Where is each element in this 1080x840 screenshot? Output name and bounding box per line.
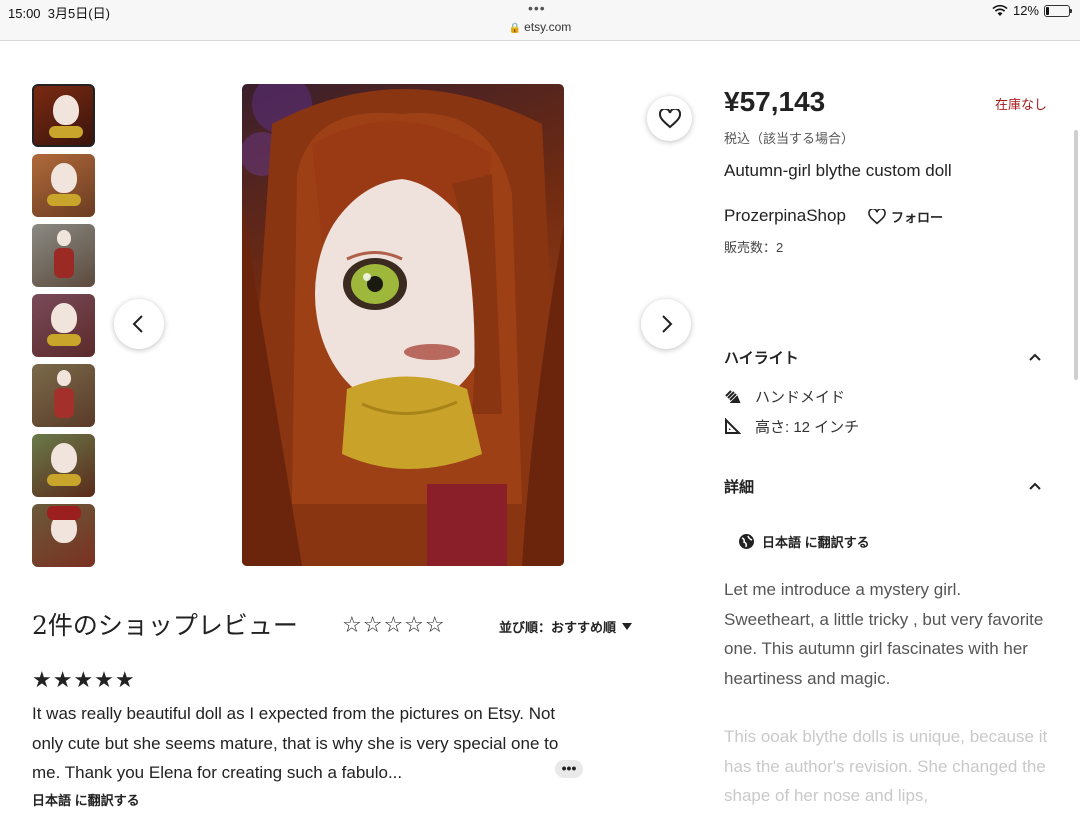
ruler-triangle-icon — [725, 418, 741, 434]
doll-illustration — [242, 84, 564, 566]
thumbnail-dress — [54, 248, 74, 278]
next-image-button[interactable] — [641, 299, 691, 349]
thumbnail-7[interactable] — [32, 504, 95, 567]
status-bar: 15:00 3月5日(日) ••• 🔒 etsy.com 12% — [0, 0, 1080, 41]
thumbnail-hat — [47, 506, 81, 520]
heart-icon — [658, 108, 681, 128]
thumbnail-doll-face — [51, 163, 77, 193]
highlight-height: 高さ: 12 インチ — [724, 416, 859, 437]
review-more-button[interactable]: ••• — [555, 760, 583, 778]
thumbnail-scarf — [49, 126, 83, 138]
highlights-heading[interactable]: ハイライト — [724, 347, 799, 368]
date: 3月5日(日) — [47, 6, 110, 21]
url-text: etsy.com — [524, 20, 572, 34]
favorite-button[interactable] — [647, 96, 692, 141]
address-bar[interactable]: 🔒 etsy.com — [0, 20, 1080, 34]
details-heading[interactable]: 詳細 — [724, 476, 754, 497]
product-title: Autumn-girl blythe custom doll — [724, 161, 952, 180]
main-product-image[interactable] — [242, 84, 564, 566]
heart-icon — [868, 208, 886, 224]
highlight-label: ハンドメイド — [755, 389, 846, 406]
chevron-up-icon[interactable] — [1027, 478, 1043, 494]
translate-label: 日本語 に翻訳する — [762, 535, 870, 550]
lock-icon: 🔒 — [508, 23, 522, 34]
thumbnail-dress — [54, 388, 74, 418]
battery-icon — [1044, 4, 1072, 17]
description-paragraph-faded: This ooak blythe dolls is unique, becaus… — [724, 727, 1048, 805]
sort-dropdown[interactable]: 並び順：おすすめ順 — [499, 617, 633, 636]
thumbnail-1[interactable] — [32, 84, 95, 147]
thumbnail-doll-face — [57, 230, 71, 246]
review-stars: ★★★★★ — [32, 667, 136, 692]
more-dots-icon[interactable]: ••• — [528, 0, 546, 16]
scrollbar[interactable] — [1074, 130, 1078, 380]
chevron-up-icon[interactable] — [1027, 349, 1043, 365]
sort-label: 並び順：おすすめ順 — [499, 620, 617, 635]
follow-button[interactable]: フォロー — [868, 207, 943, 226]
status-indicators: 12% — [992, 3, 1072, 18]
thumbnail-scarf — [47, 474, 81, 486]
thumbnail-doll-face — [51, 303, 77, 333]
thumbnail-list — [32, 84, 95, 574]
battery-fill — [1046, 6, 1049, 15]
review-text: It was really beautiful doll as I expect… — [32, 704, 559, 782]
highlight-label: 高さ: 12 インチ — [755, 419, 860, 436]
shop-rating-stars: ☆☆☆☆☆ — [342, 612, 446, 637]
description-paragraph: Let me introduce a mystery girl. Sweethe… — [724, 580, 1044, 688]
stock-status: 在庫なし — [994, 97, 1047, 112]
thumbnail-scarf — [47, 334, 81, 346]
thumbnail-doll-face — [51, 443, 77, 473]
reviews-heading: 2件のショップレビュー — [32, 611, 298, 640]
tax-note: 税込（該当する場合） — [724, 131, 855, 146]
review-translate-button[interactable]: 日本語 に翻訳する — [32, 790, 140, 809]
chevron-left-icon — [132, 315, 143, 333]
thumbnail-4[interactable] — [32, 294, 95, 357]
highlight-handmade: ハンドメイド — [724, 386, 845, 407]
battery-percent: 12% — [1012, 3, 1039, 18]
translate-description-button[interactable]: 日本語 に翻訳する — [738, 532, 870, 551]
wifi-icon — [992, 4, 1008, 16]
thumbnail-5[interactable] — [32, 364, 95, 427]
sales-count: 販売数：2 — [724, 240, 784, 255]
follow-label: フォロー — [891, 210, 944, 225]
thumbnail-3[interactable] — [32, 224, 95, 287]
thumbnail-doll-face — [57, 370, 71, 386]
time: 15:00 — [8, 6, 41, 21]
thumbnail-doll-face — [53, 95, 79, 125]
chevron-right-icon — [662, 315, 673, 333]
price: ¥57,143 — [724, 86, 826, 117]
shop-name-link[interactable]: ProzerpinaShop — [724, 206, 846, 226]
thumbnail-6[interactable] — [32, 434, 95, 497]
hand-icon — [725, 390, 741, 403]
globe-icon — [739, 534, 754, 549]
thumbnail-scarf — [47, 194, 81, 206]
caret-down-icon — [622, 623, 633, 630]
previous-image-button[interactable] — [114, 299, 164, 349]
product-description: Let me introduce a mystery girl. Sweethe… — [724, 575, 1054, 840]
thumbnail-2[interactable] — [32, 154, 95, 217]
